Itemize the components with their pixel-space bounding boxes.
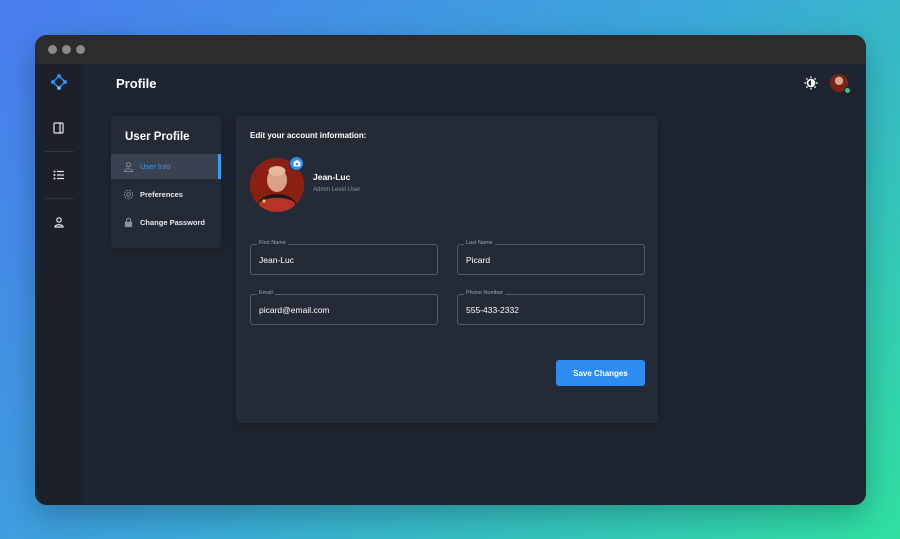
email-value: picard@email.com <box>259 305 330 315</box>
rail-divider <box>44 198 74 199</box>
user-avatar[interactable] <box>830 74 851 94</box>
account-form-card: Edit your account information: Jean-Luc … <box>236 116 658 423</box>
rail-item-panel[interactable] <box>47 116 71 140</box>
menu-item-preferences[interactable]: Preferences <box>111 182 221 207</box>
email-label: Email <box>257 290 275 296</box>
profile-user-role: Admin Level User <box>313 187 361 193</box>
profile-menu-title: User Profile <box>125 131 190 143</box>
logo-icon[interactable] <box>49 73 69 93</box>
rail-divider <box>44 151 74 152</box>
header-actions <box>804 74 851 94</box>
menu-item-label: Change Password <box>140 218 206 227</box>
phone-number-field[interactable]: Phone Number 555-433-2332 <box>457 290 645 325</box>
phone-number-label: Phone Number <box>464 290 505 296</box>
last-name-label: Last Name <box>464 240 495 246</box>
lock-icon <box>124 217 133 228</box>
app-content: Profile User Profile User Info Preferenc… <box>35 64 866 505</box>
camera-icon <box>293 160 300 167</box>
rail-item-list[interactable] <box>47 163 71 187</box>
first-name-field[interactable]: First Name Jean-Luc <box>250 240 438 275</box>
menu-item-change-password[interactable]: Change Password <box>111 210 221 235</box>
last-name-value: Picard <box>466 255 491 265</box>
change-photo-button[interactable] <box>289 156 304 171</box>
first-name-value: Jean-Luc <box>259 255 294 265</box>
window-dot[interactable] <box>62 45 71 54</box>
user-icon <box>123 162 134 172</box>
theme-toggle-icon[interactable] <box>804 76 818 90</box>
form-heading: Edit your account information: <box>250 131 367 140</box>
email-field[interactable]: Email picard@email.com <box>250 290 438 325</box>
menu-item-label: Preferences <box>140 190 183 199</box>
last-name-field[interactable]: Last Name Picard <box>457 240 645 275</box>
sidebar-rail <box>35 64 83 505</box>
user-icon <box>54 217 64 228</box>
profile-menu-card: User Profile User Info Preferences Chang… <box>111 116 221 248</box>
window-dot[interactable] <box>76 45 85 54</box>
online-status-indicator <box>844 87 851 94</box>
phone-number-value: 555-433-2332 <box>466 305 519 315</box>
window-titlebar <box>35 35 866 64</box>
first-name-label: First Name <box>257 240 288 246</box>
menu-item-user-info[interactable]: User Info <box>111 154 221 179</box>
menu-item-label: User Info <box>140 162 171 171</box>
app-window: Profile User Profile User Info Preferenc… <box>35 35 866 505</box>
rail-item-user[interactable] <box>47 210 71 234</box>
panel-icon <box>53 122 64 134</box>
main-area: Profile User Profile User Info Preferenc… <box>83 64 866 505</box>
profile-user-name: Jean-Luc <box>313 172 351 182</box>
save-changes-button[interactable]: Save Changes <box>556 360 645 386</box>
gear-icon <box>123 189 134 200</box>
window-dot[interactable] <box>48 45 57 54</box>
list-icon <box>53 170 64 180</box>
page-title: Profile <box>116 76 157 91</box>
